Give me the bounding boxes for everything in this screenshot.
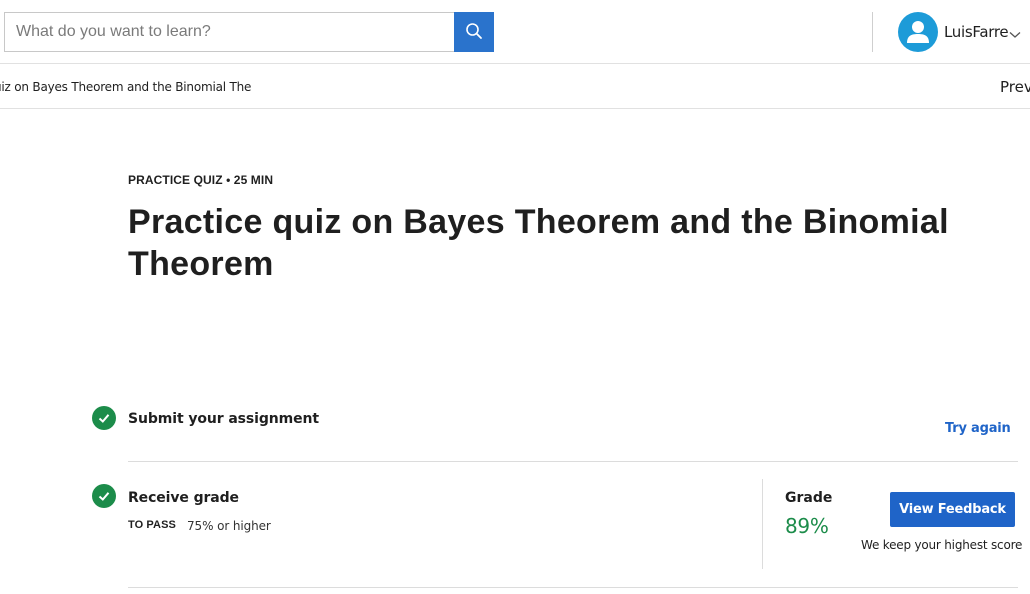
user-avatar-icon[interactable] [898, 12, 938, 52]
header-divider [872, 12, 873, 52]
item-navigation-bar: uiz on Bayes Theorem and the Binomial Th… [0, 64, 1030, 109]
chevron-down-icon[interactable] [1009, 26, 1021, 44]
page-title: Practice quiz on Bayes Theorem and the B… [128, 203, 949, 283]
search-bar [4, 12, 494, 52]
section-divider [128, 587, 1018, 588]
view-feedback-button[interactable]: View Feedback [890, 492, 1015, 527]
to-pass-label: TO PASS [128, 519, 176, 531]
search-button[interactable] [454, 12, 494, 52]
quiz-kicker: PRACTICE QUIZ • 25 MIN [128, 173, 274, 187]
top-header: LuisFarre [0, 0, 1030, 64]
check-circle-icon [92, 406, 116, 430]
grade-value: 89% [785, 514, 829, 538]
search-input[interactable] [4, 12, 454, 52]
to-pass-value: 75% or higher [187, 519, 271, 533]
try-again-link[interactable]: Try again [945, 421, 1011, 436]
prev-link[interactable]: Prev [1000, 78, 1030, 96]
check-circle-icon [92, 484, 116, 508]
search-icon [465, 22, 483, 43]
section-divider [128, 461, 1018, 462]
grade-label: Grade [785, 490, 833, 506]
highest-score-note: We keep your highest score [861, 538, 1023, 552]
user-name[interactable]: LuisFarre [944, 23, 1009, 41]
grade-divider [762, 479, 763, 569]
step-title-submit: Submit your assignment [128, 411, 319, 427]
breadcrumb: uiz on Bayes Theorem and the Binomial Th… [0, 80, 252, 94]
step-title-grade: Receive grade [128, 490, 239, 506]
